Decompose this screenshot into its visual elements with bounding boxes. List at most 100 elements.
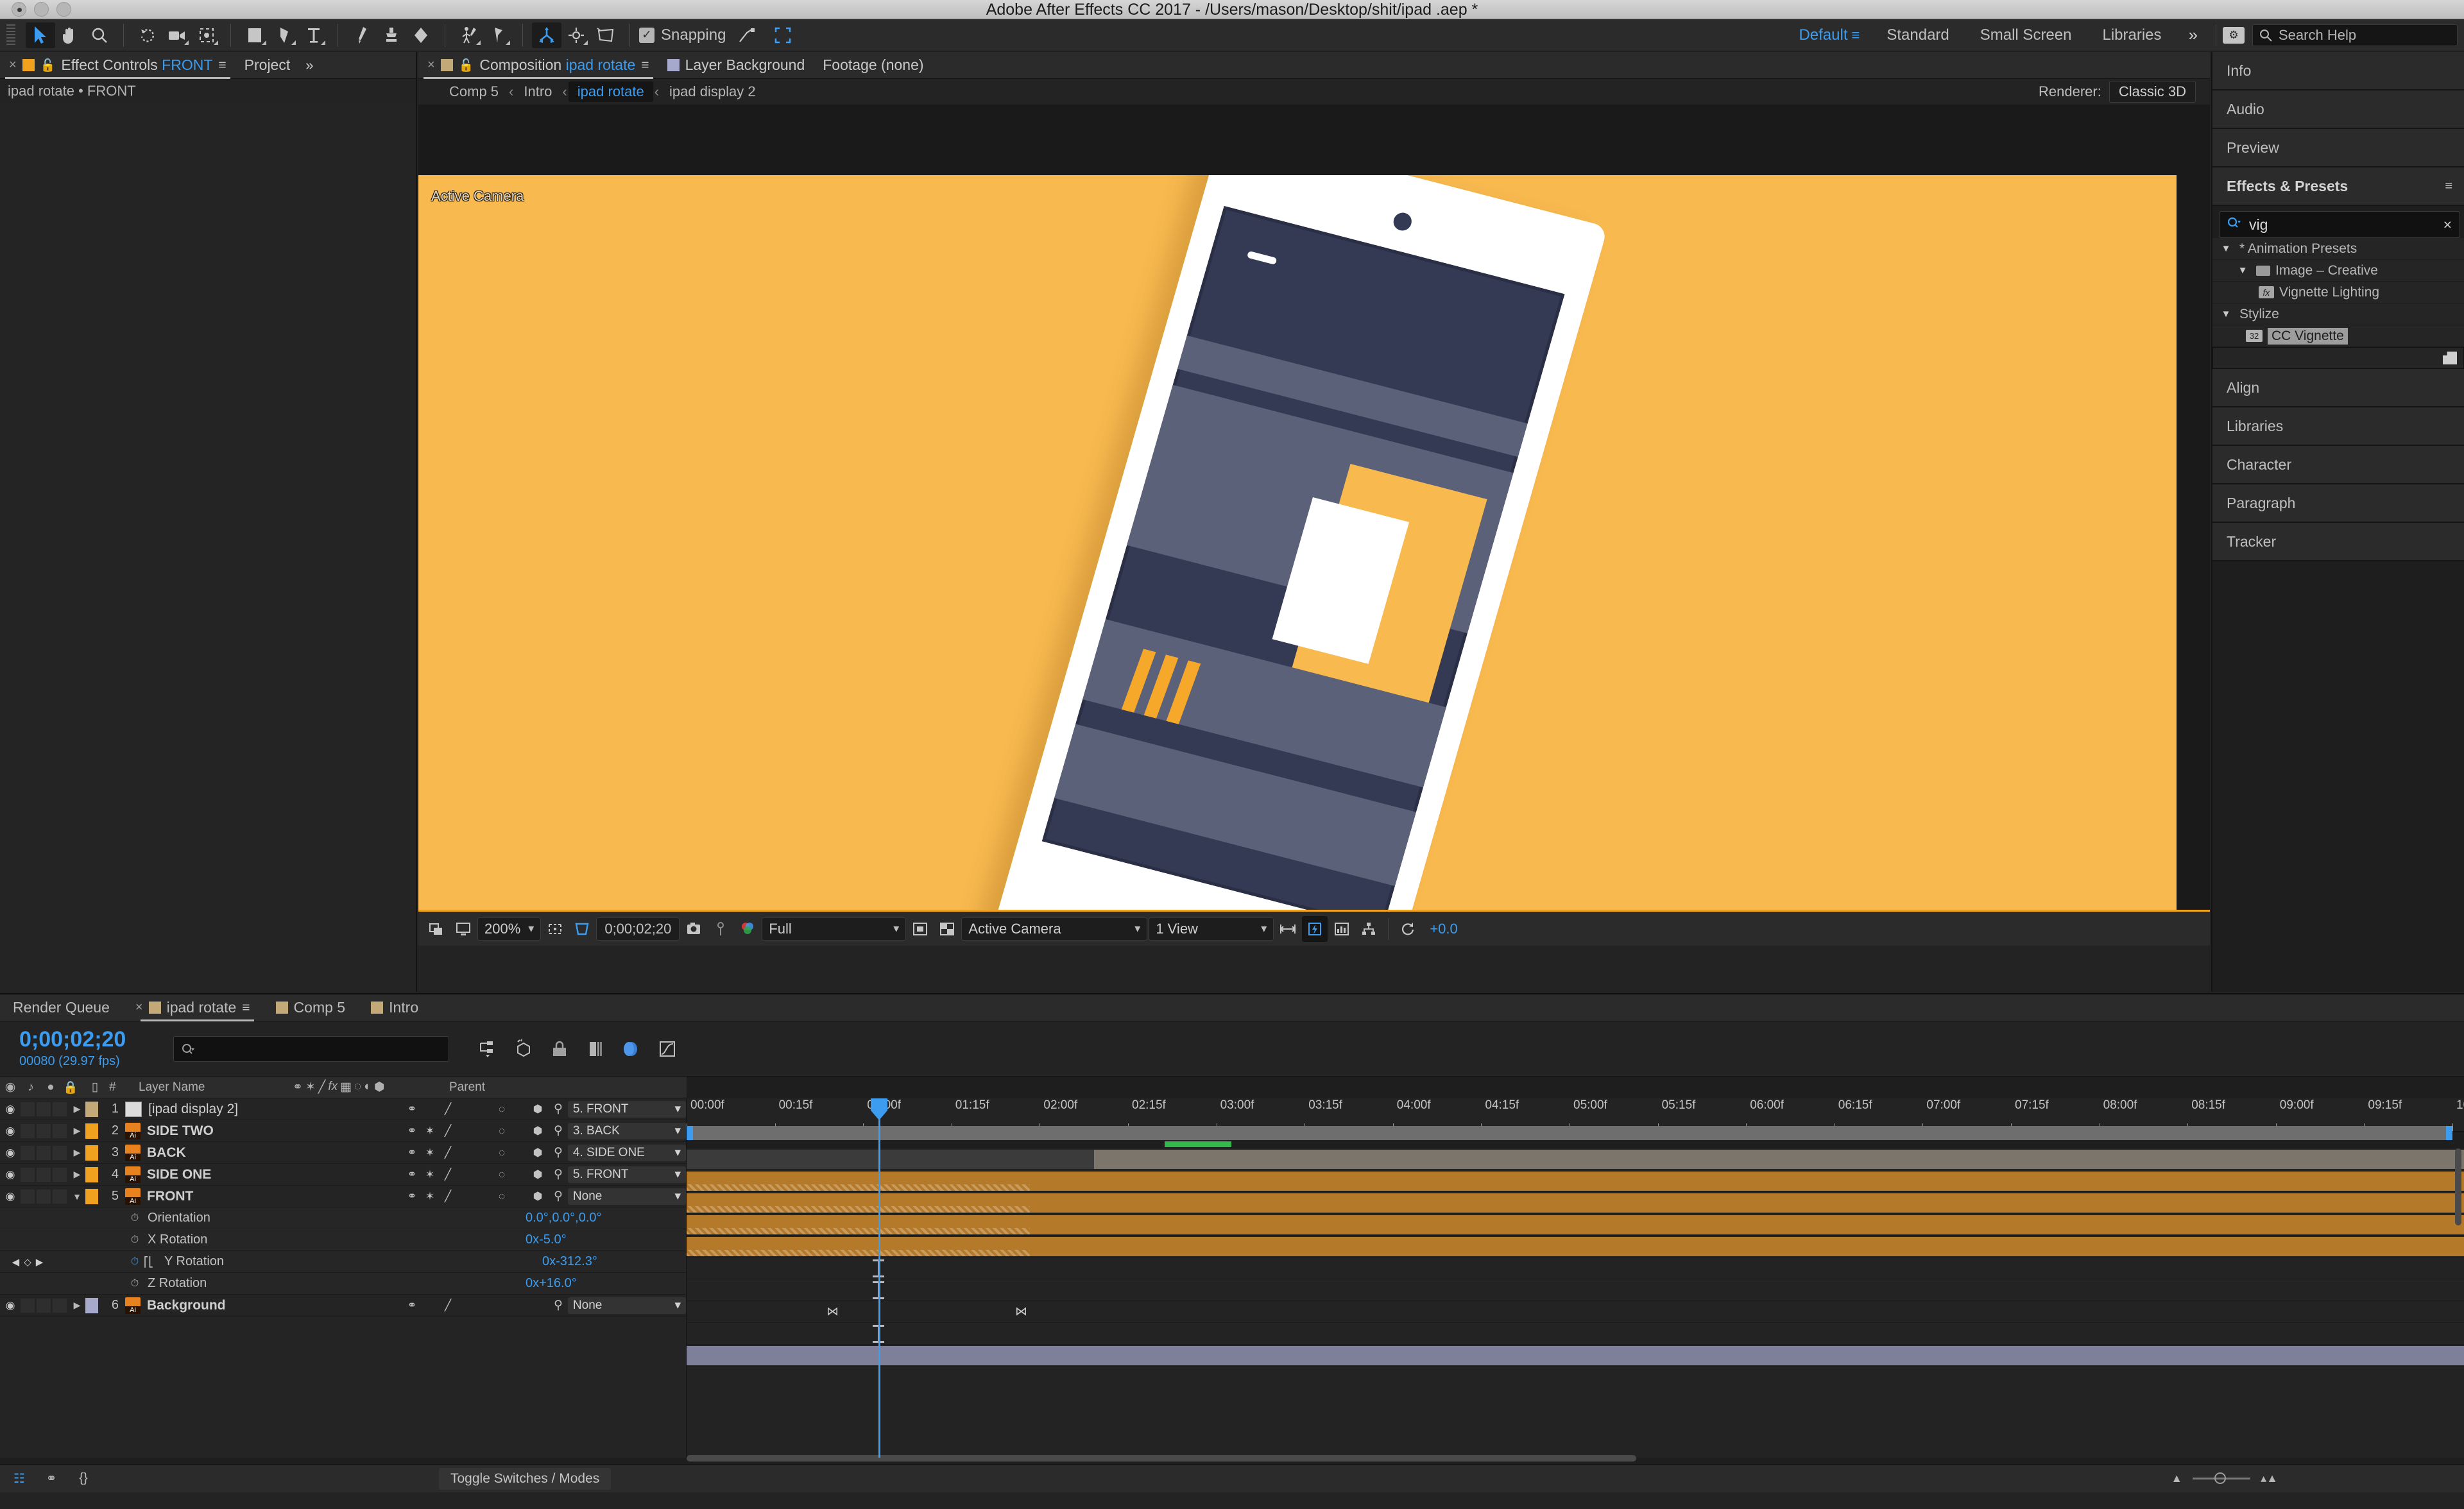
video-toggle-icon[interactable]: ◉ <box>0 1299 21 1312</box>
motion-blur-icon[interactable]: ◌ <box>493 1101 510 1118</box>
workspace-libraries[interactable]: Libraries <box>2087 19 2177 51</box>
effects-tree[interactable]: ▼ * Animation Presets ▼ Image – Creative… <box>2212 238 2464 369</box>
shy-icon[interactable]: ⚭ <box>404 1101 420 1118</box>
effects-item-vignette-lighting[interactable]: fx Vignette Lighting <box>2212 282 2464 303</box>
bezier-handles-icon[interactable]: {} <box>73 1469 94 1489</box>
selection-tool-icon[interactable] <box>26 22 55 48</box>
solo-toggle-icon[interactable] <box>37 1102 51 1116</box>
parent-dropdown[interactable]: 4. SIDE ONE ▾ <box>567 1144 686 1161</box>
layer-switches[interactable]: ⚭ ✶ ╱ ◌ ⬢ <box>404 1145 551 1161</box>
table-row[interactable]: ◉ ▶ 6 Background ⚭ ╱ ⚲ None▾ <box>0 1295 686 1317</box>
panel-menu-icon[interactable]: ≡ <box>242 1000 250 1016</box>
panel-menu-icon[interactable]: ≡ <box>641 58 649 73</box>
parent-cell[interactable]: ⚲ 5. FRONT ▾ <box>551 1166 686 1183</box>
keyframe-toggle-icon[interactable]: ◇ <box>24 1256 31 1268</box>
renderer-value[interactable]: Classic 3D <box>2109 81 2196 103</box>
rectangle-tool-icon[interactable] <box>240 22 270 48</box>
region-of-interest-icon[interactable] <box>907 916 933 942</box>
toggle-mask-paths-icon[interactable] <box>569 916 595 942</box>
quality-icon[interactable]: ╱ <box>440 1188 456 1205</box>
layer-name[interactable]: [ipad display 2] <box>148 1102 404 1117</box>
property-row-y-rotation[interactable]: ◀ ◇ ▶ ⏱ ⎡⎣ Y Rotation 0x-312.3° <box>0 1251 686 1273</box>
tab-comp-5[interactable]: Comp 5 <box>263 994 359 1021</box>
effects-group-stylize[interactable]: ▼ Stylize <box>2212 303 2464 325</box>
effects-item-cc-vignette[interactable]: 32 CC Vignette <box>2212 325 2464 347</box>
panel-audio[interactable]: Audio <box>2212 90 2464 129</box>
text-tool-icon[interactable] <box>299 22 329 48</box>
clone-stamp-tool-icon[interactable] <box>377 22 406 48</box>
three-d-icon[interactable]: ⬢ <box>529 1101 546 1118</box>
expand-triangle-icon[interactable]: ▶ <box>69 1104 85 1114</box>
effects-folder-image-creative[interactable]: ▼ Image – Creative <box>2212 260 2464 282</box>
vertical-scrollbar[interactable] <box>2455 1148 2461 1225</box>
expand-triangle-icon[interactable]: ▶ <box>69 1147 85 1158</box>
shy-icon[interactable]: ⚭ <box>404 1145 420 1161</box>
workspace-overflow-icon[interactable]: » <box>2177 25 2209 45</box>
video-toggle-icon[interactable]: ◉ <box>0 1103 21 1116</box>
effects-group-animation-presets[interactable]: ▼ * Animation Presets <box>2212 238 2464 260</box>
audio-toggle-icon[interactable] <box>21 1298 35 1313</box>
current-time-indicator[interactable] <box>878 1148 880 1458</box>
parent-cell[interactable]: ⚲ 4. SIDE ONE ▾ <box>551 1144 686 1161</box>
prev-keyframe-icon[interactable]: ◀ <box>12 1256 20 1268</box>
solo-toggle-icon[interactable] <box>37 1189 51 1204</box>
layer-name[interactable]: Background <box>147 1298 404 1313</box>
workspace-small-screen[interactable]: Small Screen <box>1965 19 2087 51</box>
collapse-triangle-icon[interactable]: ▼ <box>69 1191 85 1202</box>
zoom-in-icon[interactable]: ▴▲ <box>2261 1472 2278 1485</box>
effects-search-field[interactable]: vig × <box>2219 211 2460 238</box>
collapse-icon[interactable]: ✶ <box>422 1188 438 1205</box>
layer-name[interactable]: BACK <box>147 1145 404 1161</box>
zoom-tool-icon[interactable] <box>85 22 114 48</box>
layer-list[interactable]: ◉ ▶ 1 [ipad display 2] ⚭ ╱ ◌ ⬢ ⚲ 5. FRON… <box>0 1098 687 1458</box>
property-value[interactable]: 0x+16.0° <box>526 1276 686 1291</box>
table-row[interactable]: ◉ ▶ 2 SIDE TWO ⚭✶ ╱ ◌ ⬢ ⚲ 3. BACK▾ <box>0 1120 686 1142</box>
label-color-swatch[interactable] <box>85 1101 98 1117</box>
horizontal-scrollbar[interactable] <box>687 1455 1636 1462</box>
lock-toggle-icon[interactable] <box>53 1189 67 1204</box>
label-color-swatch[interactable] <box>85 1297 98 1313</box>
pixel-aspect-correction-icon[interactable] <box>1275 916 1301 942</box>
expand-triangle-icon[interactable]: ▶ <box>69 1169 85 1180</box>
keyframe-icon[interactable]: ⋈ <box>826 1306 839 1318</box>
layer-switches[interactable]: ⚭ ✶ ╱ ◌ ⬢ <box>404 1188 551 1205</box>
lock-toggle-icon[interactable] <box>53 1167 67 1182</box>
quality-icon[interactable]: ╱ <box>440 1101 456 1118</box>
parent-dropdown[interactable]: None ▾ <box>567 1188 686 1205</box>
timeline-search-input[interactable] <box>173 1036 449 1062</box>
collapse-icon[interactable]: ✶ <box>422 1166 438 1183</box>
close-icon[interactable]: × <box>427 58 435 72</box>
shy-icon[interactable]: ⚭ <box>404 1123 420 1139</box>
keyframe-nav[interactable]: ◀ ◇ ▶ <box>0 1256 55 1268</box>
shy-icon[interactable]: ⚭ <box>404 1297 420 1314</box>
universal-camera-tool-icon[interactable] <box>532 22 561 48</box>
chevron-down-icon[interactable]: ▼ <box>2218 243 2234 254</box>
quality-icon[interactable]: ╱ <box>440 1297 456 1314</box>
chevron-down-icon[interactable]: ▼ <box>2218 309 2234 320</box>
toolbar-grip[interactable] <box>6 24 15 46</box>
layer-name[interactable]: SIDE TWO <box>147 1123 404 1139</box>
video-toggle-icon[interactable]: ◉ <box>0 1190 21 1203</box>
layer-switches[interactable]: ⚭ ✶ ╱ ◌ ⬢ <box>404 1123 551 1139</box>
property-value[interactable]: 0x-5.0° <box>526 1232 686 1247</box>
brush-tool-icon[interactable] <box>347 22 377 48</box>
composition-viewer[interactable]: Active Camera 200% ▾ 0;00;02;20 Full ▾ A… <box>418 105 2210 946</box>
layer-switches[interactable]: ⚭ ✶ ╱ ◌ ⬢ <box>404 1166 551 1183</box>
camera-tool-icon[interactable] <box>162 22 192 48</box>
motion-blur-icon[interactable]: ◌ <box>493 1145 510 1161</box>
property-row-z-rotation[interactable]: ⏱ Z Rotation 0x+16.0° <box>0 1273 686 1295</box>
video-toggle-icon[interactable]: ◉ <box>0 1147 21 1159</box>
rotation-tool-icon[interactable] <box>133 22 162 48</box>
three-d-icon[interactable]: ⬢ <box>529 1145 546 1161</box>
resolution-select[interactable]: Full ▾ <box>762 917 907 941</box>
table-row[interactable]: ◉ ▶ 4 SIDE ONE ⚭✶ ╱ ◌ ⬢ ⚲ 5. FRONT▾ <box>0 1164 686 1186</box>
roto-brush-tool-icon[interactable] <box>454 22 484 48</box>
lock-toggle-icon[interactable] <box>53 1123 67 1138</box>
solo-toggle-icon[interactable] <box>37 1167 51 1182</box>
audio-toggle-icon[interactable] <box>21 1167 35 1182</box>
tab-intro[interactable]: Intro <box>358 994 431 1021</box>
three-d-icon[interactable]: ⬢ <box>529 1123 546 1139</box>
parent-cell[interactable]: ⚲ None ▾ <box>551 1188 686 1205</box>
breadcrumb-ipad-rotate[interactable]: ipad rotate <box>568 81 653 102</box>
orbit-tool-icon[interactable] <box>561 22 591 48</box>
